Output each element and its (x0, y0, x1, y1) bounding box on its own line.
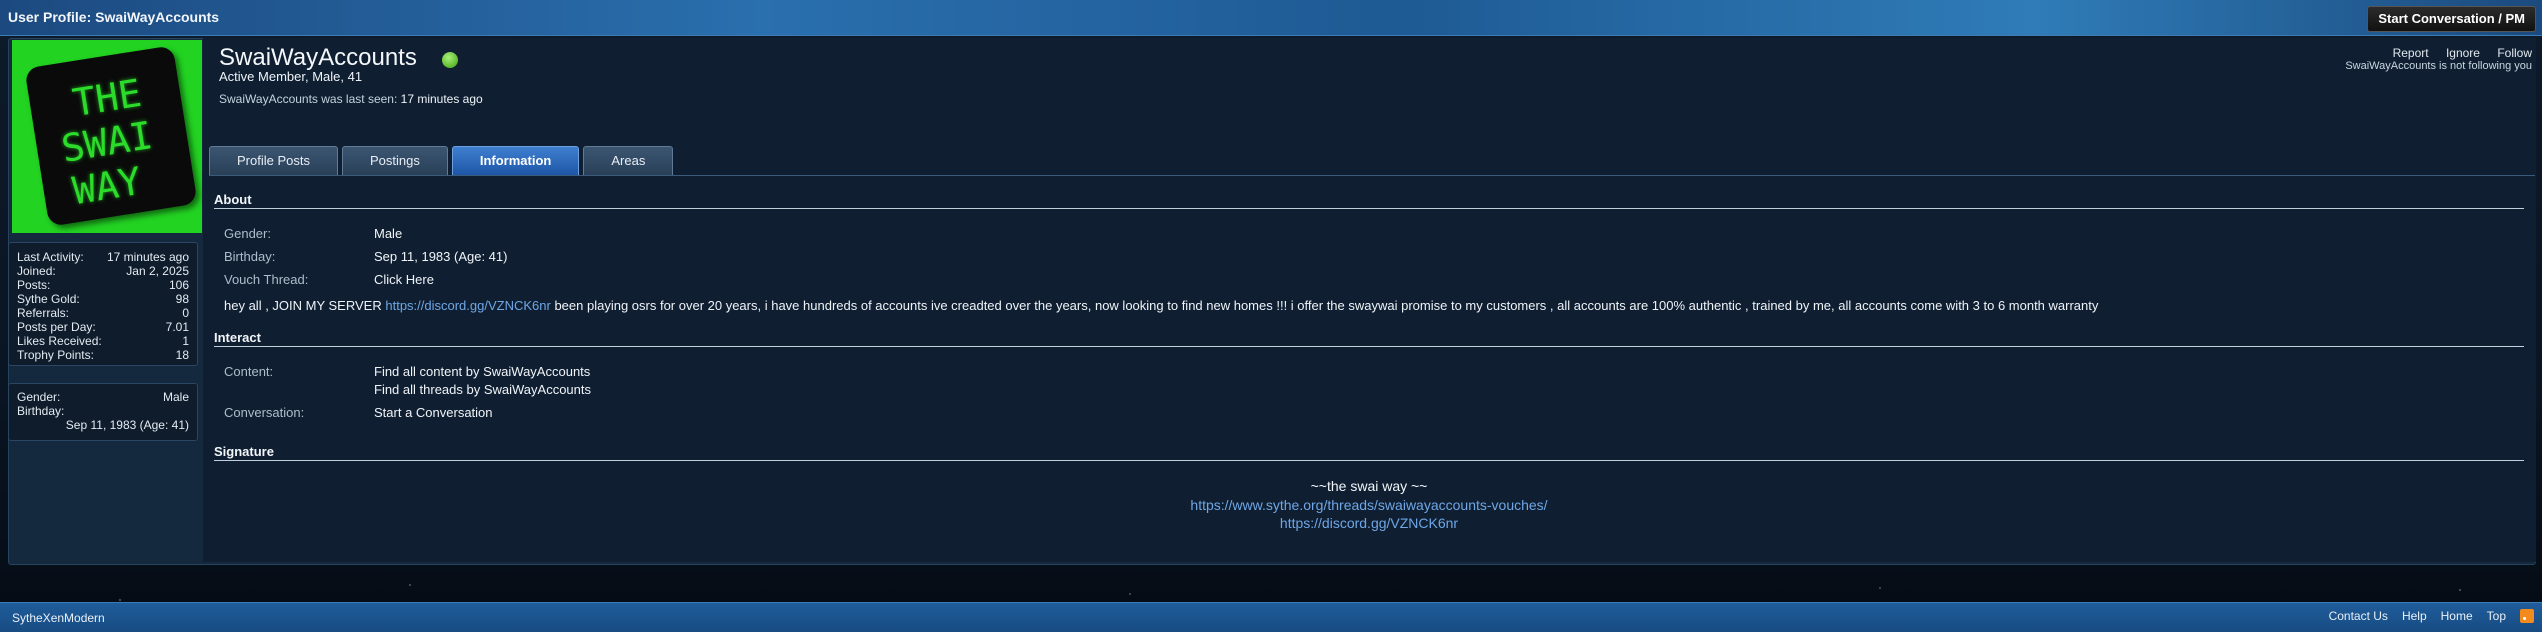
avatar[interactable]: THE SWAI WAY (12, 40, 202, 233)
stat-label: Referrals: (17, 306, 70, 320)
stat-row: Posts: 106 (17, 278, 189, 292)
username: SwaiWayAccounts (219, 44, 417, 71)
stat-value: 7.01 (165, 320, 189, 334)
about-divider (214, 208, 2524, 209)
stat-value: 0 (182, 306, 189, 320)
last-seen: SwaiWayAccounts was last seen: 17 minute… (219, 92, 483, 106)
last-seen-label: SwaiWayAccounts was last seen: (219, 92, 398, 106)
sidebar-birthday-value: Sep 11, 1983 (Age: 41) (65, 418, 189, 432)
find-all-content-link[interactable]: Find all content by SwaiWayAccounts (374, 364, 590, 379)
tab-information[interactable]: Information (451, 146, 580, 176)
profile-tabs: Profile Posts Postings Information Areas (209, 146, 677, 176)
sidebar-gender-row: Gender: Male (17, 390, 189, 404)
interact-divider (214, 346, 2524, 347)
last-seen-value: 17 minutes ago (400, 92, 483, 106)
profile-actions: Report Ignore Follow SwaiWayAccounts is … (2345, 46, 2532, 72)
stat-value: 1 (182, 334, 189, 348)
tab-areas[interactable]: Areas (583, 146, 674, 176)
content-label: Content: (224, 364, 274, 379)
stat-value: 98 (175, 292, 189, 306)
online-status-icon (442, 52, 458, 68)
member-title: Active Member, Male, 41 (219, 69, 363, 84)
stats-box: Last Activity: 17 minutes ago Joined: Jan … (8, 242, 198, 366)
stat-row: Referrals: 0 (17, 306, 189, 320)
discord-link[interactable]: https://discord.gg/VZNCK6nr (385, 298, 550, 313)
stat-label: Joined: (17, 264, 56, 278)
footer-help-link[interactable]: Help (2402, 609, 2427, 623)
footer-home-link[interactable]: Home (2441, 609, 2473, 623)
sidebar-gender-value: Male (162, 390, 189, 404)
signature-discord-link[interactable]: https://discord.gg/VZNCK6nr (214, 515, 2524, 531)
style-chooser-link[interactable]: SytheXenModern (12, 611, 105, 625)
about-birthday-value: Sep 11, 1983 (Age: 41) (374, 249, 508, 264)
footer-links: Contact Us Help Home Top (2329, 609, 2534, 623)
signature-heading: Signature (214, 444, 274, 459)
vouch-thread-label: Vouch Thread: (224, 272, 309, 287)
stat-label: Posts per Day: (17, 320, 96, 334)
stat-row: Posts per Day: 7.01 (17, 320, 189, 334)
signature-line-1: ~~the swai way ~~ (1310, 478, 1428, 494)
footer: SytheXenModern Contact Us Help Home Top (0, 602, 2542, 632)
stat-row: Sythe Gold: 98 (17, 292, 189, 306)
stat-label: Sythe Gold: (17, 292, 80, 306)
stat-row: Joined: Jan 2, 2025 (17, 264, 189, 278)
stat-label: Likes Received: (17, 334, 102, 348)
stat-value[interactable]: 106 (169, 278, 189, 292)
rss-icon[interactable] (2520, 609, 2534, 623)
stat-value: 17 minutes ago (106, 250, 189, 264)
about-text-body: been playing osrs for over 20 years, i h… (550, 298, 2099, 313)
tab-postings[interactable]: Postings (341, 146, 448, 176)
about-gender-value: Male (374, 226, 403, 241)
signature-divider (214, 460, 2524, 461)
stat-row: Last Activity: 17 minutes ago (17, 250, 189, 264)
report-link[interactable]: Report (2393, 46, 2429, 60)
sidebar-gender-label: Gender: (17, 390, 61, 404)
sidebar-birthday-label: Birthday: (17, 404, 65, 418)
stat-row: Likes Received: 1 (17, 334, 189, 348)
conversation-label: Conversation: (224, 405, 305, 420)
start-conversation-link[interactable]: Start a Conversation (374, 405, 493, 420)
stat-value: Jan 2, 2025 (126, 264, 189, 278)
stat-label: Trophy Points: (17, 348, 94, 362)
stat-label: Last Activity: (17, 250, 84, 264)
about-heading: About (214, 192, 252, 207)
stat-label: Posts: (17, 278, 51, 292)
ignore-link[interactable]: Ignore (2446, 46, 2480, 60)
start-conversation-button[interactable]: Start Conversation / PM (2367, 6, 2536, 32)
find-all-threads-link[interactable]: Find all threads by SwaiWayAccounts (374, 382, 591, 397)
about-birthday-label: Birthday: (224, 249, 276, 264)
stat-row: Trophy Points: 18 (17, 348, 189, 362)
page-title: User Profile: SwaiWayAccounts (8, 9, 220, 25)
title-bar: User Profile: SwaiWayAccounts Start Conv… (0, 0, 2542, 36)
sidebar-info-box: Gender: Male Birthday: Sep 11, 1983 (Age:… (8, 383, 198, 441)
footer-top-link[interactable]: Top (2487, 609, 2506, 623)
tab-profile-posts[interactable]: Profile Posts (209, 146, 338, 176)
about-gender-label: Gender: (224, 226, 271, 241)
sidebar-birthday-row: Birthday: (17, 404, 189, 418)
interact-heading: Interact (214, 330, 261, 345)
about-text-intro: hey all , JOIN MY SERVER (224, 298, 386, 313)
tab-divider (209, 175, 2535, 176)
signature-vouches-link[interactable]: https://www.sythe.org/threads/swaiwayacc… (214, 497, 2524, 513)
vouch-thread-link[interactable]: Click Here (374, 272, 434, 287)
stat-value[interactable]: 18 (176, 348, 189, 362)
about-text: hey all , JOIN MY SERVER https://discord… (224, 298, 2524, 313)
follow-link[interactable]: Follow (2497, 46, 2532, 60)
footer-contact-link[interactable]: Contact Us (2329, 609, 2388, 623)
follow-status: SwaiWayAccounts is not following you (2345, 60, 2532, 72)
